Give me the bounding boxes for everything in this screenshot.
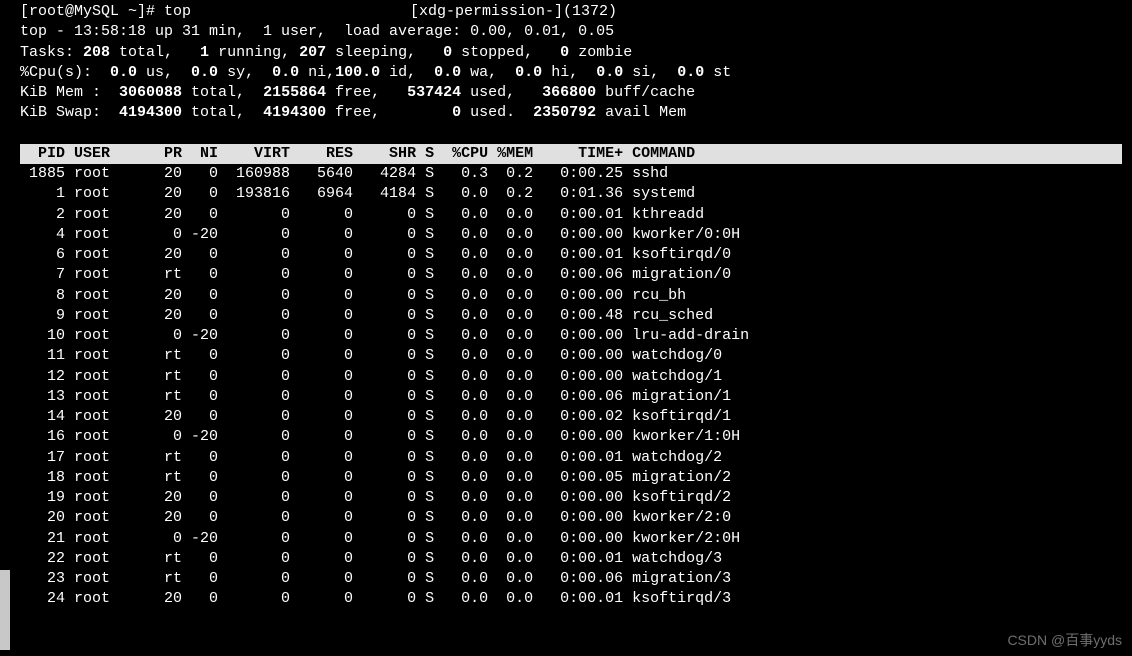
terminal-output[interactable]: [xdg-permission-](1372) [root@MySQL ~]# … [0,0,1132,610]
table-row: 1885 root 20 0 160988 5640 4284 S 0.3 0.… [20,164,1122,184]
table-row: 12 root rt 0 0 0 0 S 0.0 0.0 0:00.00 wat… [20,367,1122,387]
table-row: 8 root 20 0 0 0 0 S 0.0 0.0 0:00.00 rcu_… [20,286,1122,306]
table-row: 10 root 0 -20 0 0 0 S 0.0 0.0 0:00.00 lr… [20,326,1122,346]
top-uptime-line: top - 13:58:18 up 31 min, 1 user, load a… [20,22,1122,42]
top-cpu-line: %Cpu(s): 0.0 us, 0.0 sy, 0.0 ni,100.0 id… [20,63,1122,83]
table-row: 16 root 0 -20 0 0 0 S 0.0 0.0 0:00.00 kw… [20,427,1122,447]
table-row: 1 root 20 0 193816 6964 4184 S 0.0 0.2 0… [20,184,1122,204]
table-row: 22 root rt 0 0 0 0 S 0.0 0.0 0:00.01 wat… [20,549,1122,569]
top-tasks-line: Tasks: 208 total, 1 running, 207 sleepin… [20,43,1122,63]
scrollbar-fragment[interactable] [0,570,10,650]
table-row: 6 root 20 0 0 0 0 S 0.0 0.0 0:00.01 ksof… [20,245,1122,265]
top-swap-line: KiB Swap: 4194300 total, 4194300 free, 0… [20,103,1122,123]
table-row: 7 root rt 0 0 0 0 S 0.0 0.0 0:00.06 migr… [20,265,1122,285]
table-row: 14 root 20 0 0 0 0 S 0.0 0.0 0:00.02 kso… [20,407,1122,427]
table-row: 19 root 20 0 0 0 0 S 0.0 0.0 0:00.00 kso… [20,488,1122,508]
table-row: 4 root 0 -20 0 0 0 S 0.0 0.0 0:00.00 kwo… [20,225,1122,245]
table-row: 9 root 20 0 0 0 0 S 0.0 0.0 0:00.48 rcu_… [20,306,1122,326]
table-row: 23 root rt 0 0 0 0 S 0.0 0.0 0:00.06 mig… [20,569,1122,589]
table-row: 21 root 0 -20 0 0 0 S 0.0 0.0 0:00.00 kw… [20,529,1122,549]
process-table: 1885 root 20 0 160988 5640 4284 S 0.3 0.… [20,164,1122,610]
table-row: 18 root rt 0 0 0 0 S 0.0 0.0 0:00.05 mig… [20,468,1122,488]
watermark: CSDN @百事yyds [1007,631,1122,650]
top-mem-line: KiB Mem : 3060088 total, 2155864 free, 5… [20,83,1122,103]
table-row: 11 root rt 0 0 0 0 S 0.0 0.0 0:00.00 wat… [20,346,1122,366]
table-row: 20 root 20 0 0 0 0 S 0.0 0.0 0:00.00 kwo… [20,508,1122,528]
process-table-header: PID USER PR NI VIRT RES SHR S %CPU %MEM … [20,144,1122,164]
table-row: 17 root rt 0 0 0 0 S 0.0 0.0 0:00.01 wat… [20,448,1122,468]
table-row: 2 root 20 0 0 0 0 S 0.0 0.0 0:00.01 kthr… [20,205,1122,225]
table-row: 24 root 20 0 0 0 0 S 0.0 0.0 0:00.01 kso… [20,589,1122,609]
table-row: 13 root rt 0 0 0 0 S 0.0 0.0 0:00.06 mig… [20,387,1122,407]
